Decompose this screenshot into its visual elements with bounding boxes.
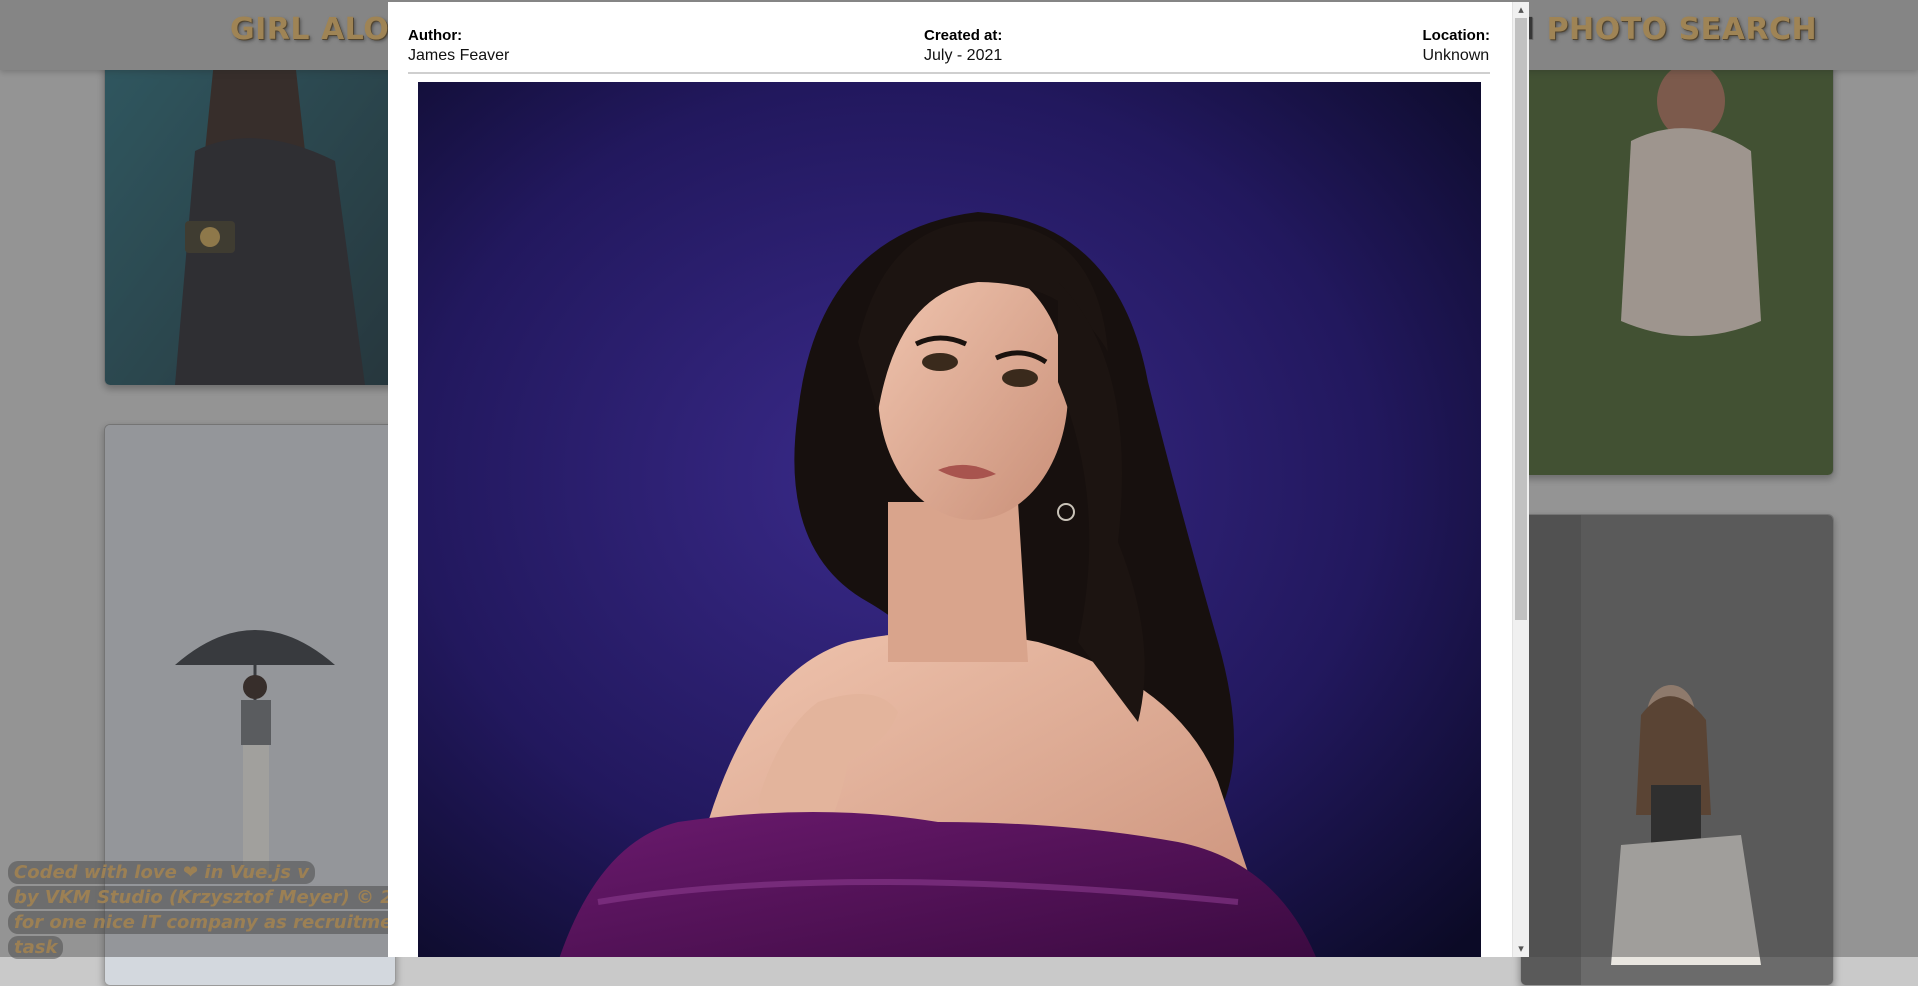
portrait-image <box>418 82 1481 957</box>
modal-scrollbar[interactable]: ▴ ▾ <box>1512 2 1529 957</box>
scroll-thumb[interactable] <box>1515 18 1527 620</box>
author-value: James Feaver <box>408 47 510 64</box>
full-photo <box>418 82 1481 957</box>
location-value: Unknown <box>1422 47 1490 64</box>
scroll-up-icon[interactable]: ▴ <box>1513 2 1529 18</box>
created-label: Created at: <box>924 27 1003 44</box>
location-info: Location: Unknown <box>1423 26 1491 66</box>
photo-meta-bar: Author: James Feaver Created at: July - … <box>408 26 1490 74</box>
created-info: Created at: July - 2021 <box>924 26 1002 66</box>
scroll-down-icon[interactable]: ▾ <box>1513 941 1529 957</box>
created-value: July - 2021 <box>924 47 1003 64</box>
author-label: Author: <box>408 27 463 44</box>
author-info: Author: James Feaver <box>408 26 509 66</box>
location-label: Location: <box>1422 27 1491 44</box>
photo-modal: Author: James Feaver Created at: July - … <box>388 2 1528 957</box>
